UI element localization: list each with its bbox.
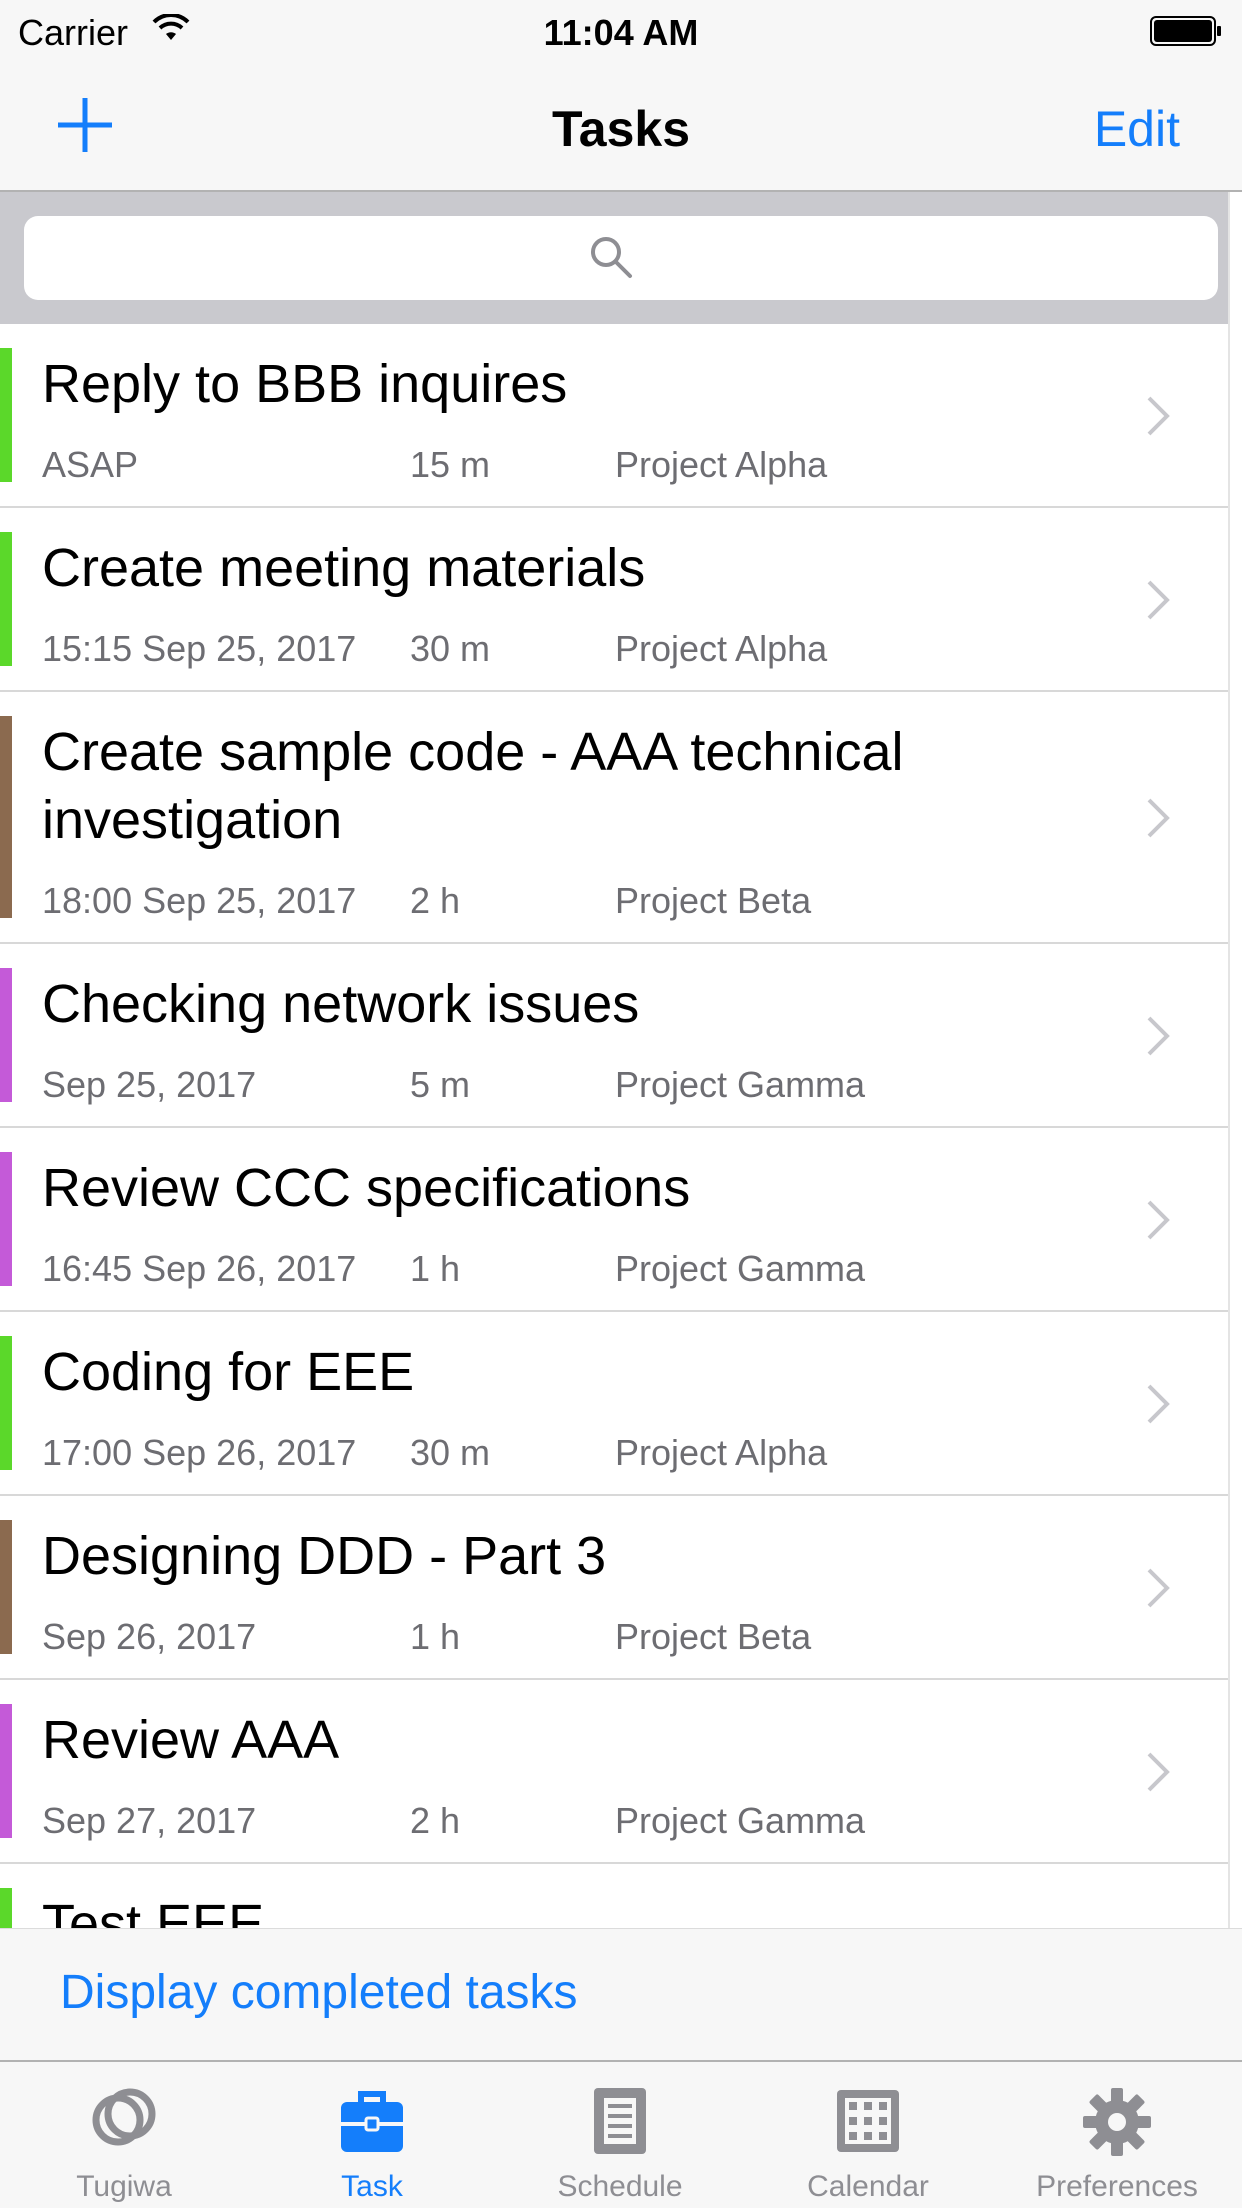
task-date: 17:00 Sep 26, 2017 bbox=[42, 1432, 357, 1473]
rings-icon bbox=[92, 2088, 156, 2146]
project-color-bar bbox=[0, 348, 12, 482]
search-bar bbox=[0, 192, 1228, 324]
project-color-bar bbox=[0, 1520, 12, 1654]
chevron-right-icon bbox=[1147, 1016, 1170, 1056]
search-input[interactable] bbox=[24, 216, 1218, 300]
task-date: Sep 26, 2017 bbox=[42, 1616, 257, 1657]
task-project: Project Beta bbox=[615, 880, 812, 921]
task-title: Reply to BBB inquires bbox=[42, 354, 568, 414]
task-duration: 1 h bbox=[410, 1248, 461, 1289]
briefcase-icon bbox=[341, 2091, 403, 2152]
task-project: Project Beta bbox=[615, 1616, 812, 1657]
task-project: Project Gamma bbox=[615, 1800, 866, 1841]
task-duration: 30 m bbox=[410, 628, 491, 669]
task-list: Reply to BBB inquires ASAP 15 m Project Alp… bbox=[0, 324, 1228, 1928]
screen: Carrier 11:04 AM Tasks Edit Reply to BBB… bbox=[0, 0, 1242, 2208]
tab-preferences[interactable]: Preferences bbox=[992, 2062, 1242, 2208]
task-row[interactable]: Designing DDD - Part 3 Sep 26, 2017 1 h Pro… bbox=[0, 1496, 1228, 1680]
tab-task[interactable]: Task bbox=[248, 2062, 496, 2208]
project-color-bar bbox=[0, 1152, 12, 1286]
tab-schedule[interactable]: Schedule bbox=[496, 2062, 744, 2208]
chevron-right-icon bbox=[1147, 580, 1170, 620]
task-duration: 15 m bbox=[410, 444, 491, 485]
task-row[interactable]: Review AAA Sep 27, 2017 2 h Project Gamma bbox=[0, 1680, 1228, 1864]
calendar-icon bbox=[837, 2090, 899, 2152]
task-date: 15:15 Sep 25, 2017 bbox=[42, 628, 357, 669]
task-duration: 2 h bbox=[410, 880, 461, 921]
tab-label: Tugiwa bbox=[76, 2170, 172, 2203]
tab-bar: Tugiwa Task Schedule Calendar Preference… bbox=[0, 2060, 1242, 2208]
task-project: Project Alpha bbox=[615, 444, 828, 485]
chevron-right-icon bbox=[1147, 1568, 1170, 1608]
edit-button[interactable]: Edit bbox=[1094, 100, 1180, 158]
tab-label: Calendar bbox=[807, 2170, 929, 2203]
project-color-bar bbox=[0, 716, 12, 918]
task-title: Create sample code - AAA technical inves… bbox=[42, 722, 904, 850]
document-icon bbox=[594, 2088, 646, 2154]
task-title: Review AAA bbox=[42, 1710, 340, 1770]
battery-icon bbox=[1150, 16, 1221, 46]
task-date: Sep 25, 2017 bbox=[42, 1064, 257, 1105]
status-time: 11:04 AM bbox=[543, 12, 699, 53]
chevron-right-icon bbox=[1147, 1200, 1170, 1240]
tab-label: Schedule bbox=[557, 2170, 683, 2203]
completed-toolbar: Display completed tasks bbox=[0, 1928, 1242, 2060]
task-row[interactable]: Review CCC specifications 16:45 Sep 26, 2… bbox=[0, 1128, 1228, 1312]
task-title: Create meeting materials bbox=[42, 538, 646, 598]
tab-calendar[interactable]: Calendar bbox=[744, 2062, 992, 2208]
task-duration: 5 m bbox=[410, 1064, 471, 1105]
task-date: 16:45 Sep 26, 2017 bbox=[42, 1248, 357, 1289]
task-row[interactable]: Test EEE bbox=[0, 1864, 1228, 1928]
task-title: Review CCC specifications bbox=[42, 1158, 691, 1218]
task-project: Project Alpha bbox=[615, 628, 828, 669]
project-color-bar bbox=[0, 1336, 12, 1470]
task-project: Project Alpha bbox=[615, 1432, 828, 1473]
scrollbar-track bbox=[1228, 192, 1242, 1928]
task-duration: 30 m bbox=[410, 1432, 491, 1473]
search-icon bbox=[591, 237, 632, 278]
task-date: 18:00 Sep 25, 2017 bbox=[42, 880, 357, 921]
chevron-right-icon bbox=[1147, 396, 1170, 436]
tab-label: Preferences bbox=[1036, 2170, 1198, 2203]
task-title: Designing DDD - Part 3 bbox=[42, 1526, 607, 1586]
task-title: Test EEE bbox=[42, 1894, 265, 1928]
page-title: Tasks bbox=[551, 101, 691, 157]
tab-label: Task bbox=[341, 2170, 403, 2203]
task-project: Project Gamma bbox=[615, 1248, 866, 1289]
task-row[interactable]: Create sample code - AAA technical inves… bbox=[0, 692, 1228, 944]
chevron-right-icon bbox=[1147, 1752, 1170, 1792]
project-color-bar bbox=[0, 1888, 12, 1928]
task-title: Coding for EEE bbox=[42, 1342, 415, 1402]
chevron-right-icon bbox=[1147, 798, 1170, 838]
tab-tugiwa[interactable]: Tugiwa bbox=[0, 2062, 248, 2208]
task-date: Sep 27, 2017 bbox=[42, 1800, 257, 1841]
task-project: Project Gamma bbox=[615, 1064, 866, 1105]
status-bar: Carrier 11:04 AM bbox=[0, 0, 1242, 60]
task-row[interactable]: Reply to BBB inquires ASAP 15 m Project Alp… bbox=[0, 324, 1228, 508]
task-row[interactable]: Create meeting materials 15:15 Sep 25, 20… bbox=[0, 508, 1228, 692]
display-completed-button[interactable]: Display completed tasks bbox=[60, 1965, 578, 2020]
task-row[interactable]: Checking network issues Sep 25, 2017 5 m Pr… bbox=[0, 944, 1228, 1128]
navigation-bar: Tasks Edit bbox=[0, 60, 1242, 192]
project-color-bar bbox=[0, 1704, 12, 1838]
gear-icon bbox=[1083, 2088, 1151, 2156]
task-date: ASAP bbox=[42, 444, 139, 485]
task-title: Checking network issues bbox=[42, 974, 640, 1034]
task-duration: 1 h bbox=[410, 1616, 461, 1657]
task-row[interactable]: Coding for EEE 17:00 Sep 26, 2017 30 m Proj… bbox=[0, 1312, 1228, 1496]
task-duration: 2 h bbox=[410, 1800, 461, 1841]
project-color-bar bbox=[0, 968, 12, 1102]
project-color-bar bbox=[0, 532, 12, 666]
chevron-right-icon bbox=[1147, 1384, 1170, 1424]
